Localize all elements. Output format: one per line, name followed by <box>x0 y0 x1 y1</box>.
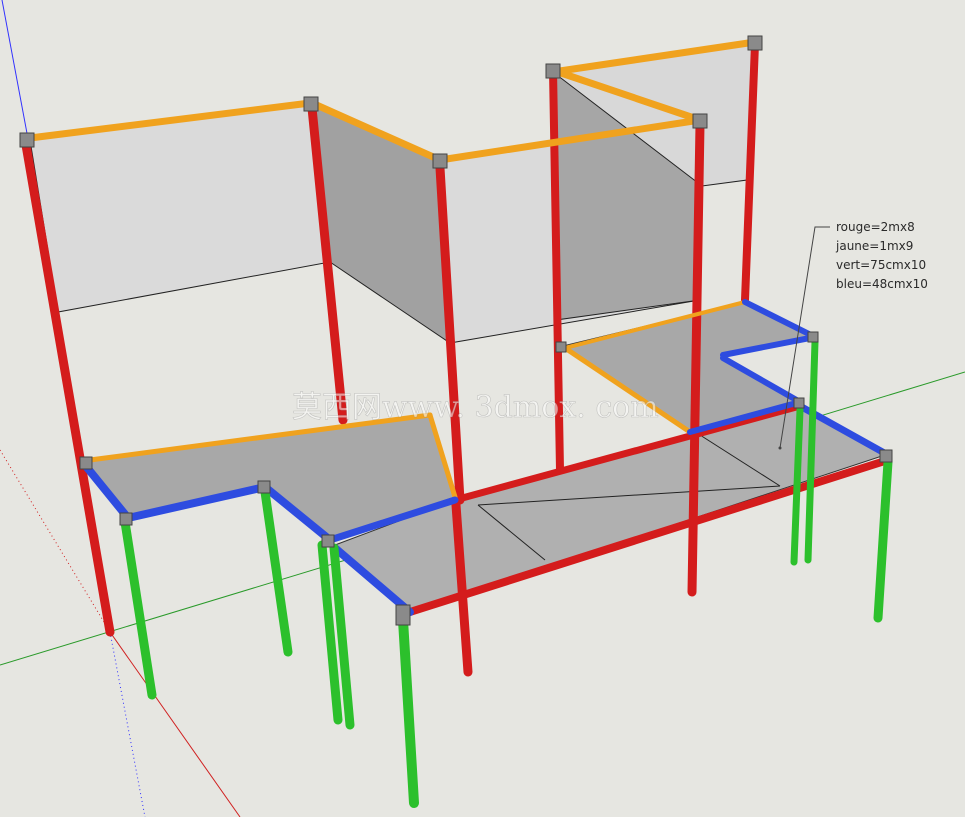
joint <box>692 113 708 129</box>
joint <box>807 331 819 343</box>
legend-line-vert: vert=75cmx10 <box>836 258 926 272</box>
blue-axis-dotted <box>109 631 146 817</box>
leader-dot <box>778 446 782 450</box>
joint <box>303 96 319 112</box>
legend-line-rouge: rouge=2mx8 <box>836 220 915 234</box>
sketchup-viewport: rouge=2mx8 jaune=1mx9 vert=75cmx10 bleu=… <box>0 0 965 817</box>
green-leg <box>120 517 157 700</box>
watermark: 莫西网www. 3dmox. com <box>292 390 659 425</box>
joint <box>79 456 93 470</box>
green-leg <box>804 338 819 564</box>
joint <box>793 397 805 409</box>
legend: rouge=2mx8 jaune=1mx9 vert=75cmx10 bleu=… <box>835 220 928 291</box>
green-leg <box>260 487 293 657</box>
joint <box>747 35 763 51</box>
legend-line-jaune: jaune=1mx9 <box>835 239 913 253</box>
green-leg <box>398 615 419 808</box>
legend-line-bleu: bleu=48cmx10 <box>836 277 928 291</box>
joint <box>395 604 411 626</box>
joint <box>432 153 448 169</box>
joint <box>545 63 561 79</box>
joint <box>555 341 567 353</box>
green-leg <box>873 457 893 623</box>
joint <box>321 534 335 548</box>
joint <box>119 512 133 526</box>
partition-panels <box>29 41 756 344</box>
joint <box>257 480 271 494</box>
red-axis <box>109 631 241 817</box>
joint <box>879 449 893 463</box>
joint <box>19 132 35 148</box>
